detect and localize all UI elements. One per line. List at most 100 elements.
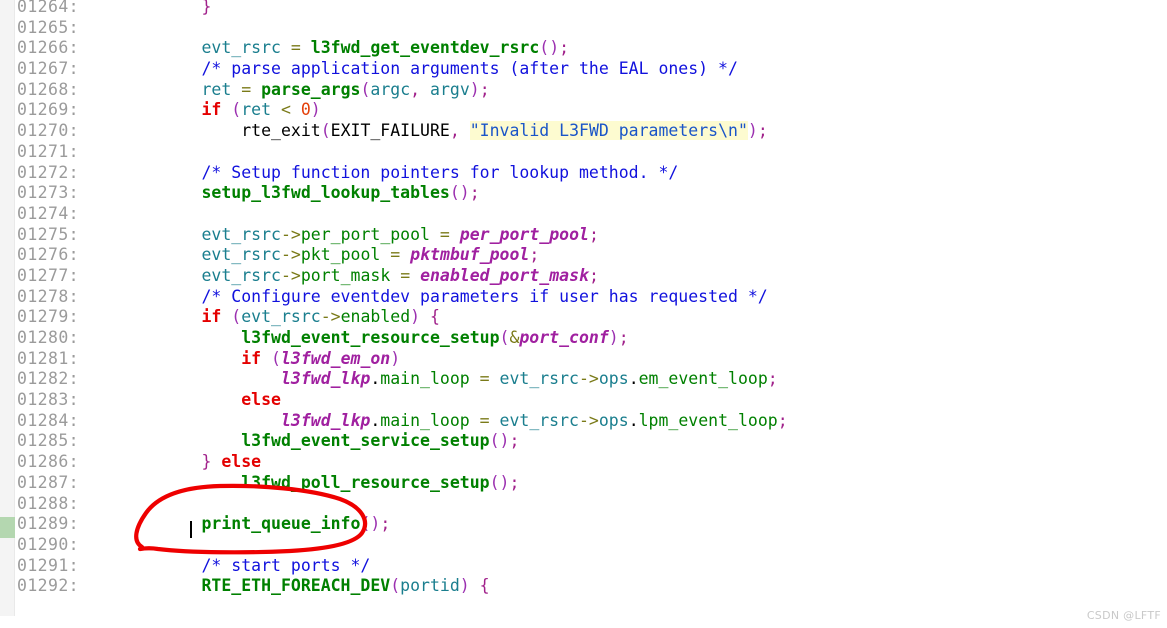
code-line[interactable]: 01291: /* start ports */ <box>0 556 1167 577</box>
code-line-content[interactable]: } <box>122 0 211 16</box>
code-line[interactable]: 01267: /* parse application arguments (a… <box>0 59 1167 80</box>
token-brace: ; <box>469 183 480 203</box>
code-line[interactable]: 01280: l3fwd_event_resource_setup(&port_… <box>0 328 1167 349</box>
code-line-content[interactable]: RTE_ETH_FOREACH_DEV(portid) { <box>122 576 489 596</box>
code-line[interactable]: 01270: rte_exit(EXIT_FAILURE, "Invalid L… <box>0 121 1167 142</box>
code-line[interactable]: 01283: else <box>0 390 1167 411</box>
token-brace: ; <box>380 514 391 534</box>
code-line[interactable]: 01275: evt_rsrc->per_port_pool = per_por… <box>0 225 1167 246</box>
token-global: pktmbuf_pool <box>410 245 530 265</box>
token-paren: ) <box>390 348 401 368</box>
code-line[interactable]: 01281: if (l3fwd_em_on) <box>0 349 1167 370</box>
line-number: 01289: <box>17 514 80 534</box>
code-line-content[interactable]: setup_l3fwd_lookup_tables(); <box>122 183 480 203</box>
code-line[interactable]: 01266: evt_rsrc = l3fwd_get_eventdev_rsr… <box>0 38 1167 59</box>
token-brace: ; <box>479 79 490 99</box>
token-var: evt_rsrc <box>499 369 579 389</box>
token-brace: ; <box>777 410 788 430</box>
code-line-content[interactable]: evt_rsrc->per_port_pool = per_port_pool; <box>122 225 598 244</box>
code-line-content[interactable]: evt_rsrc->port_mask = enabled_port_mask; <box>122 265 598 285</box>
code-line-content[interactable]: /* start ports */ <box>122 556 370 575</box>
token-global: l3fwd_lkp <box>280 369 371 389</box>
token-brace: ; <box>509 431 520 451</box>
code-line-content[interactable]: if (ret < 0) <box>122 100 321 120</box>
code-line-content[interactable]: if (evt_rsrc->enabled) { <box>122 307 439 326</box>
code-line-content[interactable]: l3fwd_event_service_setup(); <box>122 431 519 450</box>
code-line-content[interactable]: rte_exit(EXIT_FAILURE, "Invalid L3FWD pa… <box>122 121 768 141</box>
token-paren: ) <box>310 100 321 120</box>
line-number: 01264: <box>17 0 80 16</box>
code-line-content[interactable]: /* parse application arguments (after th… <box>122 59 737 78</box>
token-brace: ; <box>767 369 778 389</box>
code-line-content[interactable]: /* Setup function pointers for lookup me… <box>122 163 678 182</box>
token-paren: ( <box>390 576 401 596</box>
code-line[interactable]: 01289: print_queue_info(); <box>0 514 1167 535</box>
code-line-content[interactable]: l3fwd_lkp.main_loop = evt_rsrc->ops.em_e… <box>122 369 778 388</box>
code-line[interactable]: 01274: <box>0 204 1167 225</box>
line-number: 01267: <box>17 59 80 79</box>
code-line[interactable]: 01268: ret = parse_args(argc, argv); <box>0 80 1167 101</box>
code-line-content[interactable]: if (l3fwd_em_on) <box>122 349 400 368</box>
code-line[interactable]: 01290: <box>0 535 1167 556</box>
code-line-content[interactable]: print_queue_info(); <box>122 514 390 533</box>
code-line[interactable]: 01264: } <box>0 0 1167 18</box>
code-line[interactable]: 01292: RTE_ETH_FOREACH_DEV(portid) { <box>0 576 1167 597</box>
token-plain: EXIT_FAILURE <box>330 121 450 141</box>
token-fn: l3fwd_poll_resource_setup <box>241 472 490 492</box>
code-line-content[interactable]: evt_rsrc = l3fwd_get_eventdev_rsrc(); <box>122 38 569 57</box>
code-line[interactable]: 01288: <box>0 494 1167 515</box>
code-line-content[interactable]: l3fwd_lkp.main_loop = evt_rsrc->ops.lpm_… <box>122 411 788 430</box>
code-line[interactable]: 01273: setup_l3fwd_lookup_tables(); <box>0 183 1167 204</box>
code-line-content[interactable]: l3fwd_event_resource_setup(&port_conf); <box>122 328 629 347</box>
code-viewer[interactable]: 01264: } 01265: 01266: evt_rsrc = l3fwd_ge… <box>0 0 1167 628</box>
token-plain: . <box>628 369 639 389</box>
code-line-content[interactable]: else <box>122 390 281 409</box>
line-number: 01270: <box>17 121 80 141</box>
code-lines-container[interactable]: 01264: } 01265: 01266: evt_rsrc = l3fwd_ge… <box>0 0 1167 597</box>
code-line-content[interactable]: /* Configure eventdev parameters if user… <box>122 287 767 306</box>
code-line[interactable]: 01271: <box>0 142 1167 163</box>
code-line[interactable]: 01265: <box>0 18 1167 39</box>
code-line-content[interactable]: ret = parse_args(argc, argv); <box>122 79 490 99</box>
code-line[interactable]: 01286: } else <box>0 452 1167 473</box>
code-line[interactable]: 01282: l3fwd_lkp.main_loop = evt_rsrc->o… <box>0 369 1167 390</box>
token-fn: RTE_ETH_FOREACH_DEV <box>201 576 391 596</box>
code-line[interactable]: 01269: if (ret < 0) <box>0 100 1167 121</box>
line-number: 01290: <box>17 534 80 554</box>
line-number: 01283: <box>17 390 80 410</box>
code-line-content[interactable]: evt_rsrc->pkt_pool = pktmbuf_pool; <box>122 245 539 264</box>
token-plain: . <box>628 410 639 430</box>
token-paren: ( <box>231 100 242 120</box>
code-line-content[interactable]: l3fwd_poll_resource_setup(); <box>122 473 519 492</box>
code-line[interactable]: 01278: /* Configure eventdev parameters … <box>0 287 1167 308</box>
token-brace: ; <box>618 328 629 347</box>
line-number: 01288: <box>17 493 80 513</box>
token-member: port_mask <box>300 265 391 285</box>
code-line[interactable]: 01276: evt_rsrc->pkt_pool = pktmbuf_pool… <box>0 245 1167 266</box>
code-line-content[interactable]: } else <box>122 452 261 471</box>
code-line[interactable]: 01284: l3fwd_lkp.main_loop = evt_rsrc->o… <box>0 411 1167 432</box>
code-line[interactable]: 01272: /* Setup function pointers for lo… <box>0 163 1167 184</box>
token-kw: if <box>201 100 222 120</box>
token-op: = <box>241 79 252 99</box>
code-line[interactable]: 01279: if (evt_rsrc->enabled) { <box>0 307 1167 328</box>
code-line[interactable]: 01285: l3fwd_event_service_setup(); <box>0 431 1167 452</box>
code-line[interactable]: 01277: evt_rsrc->port_mask = enabled_por… <box>0 266 1167 287</box>
token-paren: ) <box>747 121 758 141</box>
token-brace: } <box>201 452 212 472</box>
code-line[interactable]: 01287: l3fwd_poll_resource_setup(); <box>0 473 1167 494</box>
